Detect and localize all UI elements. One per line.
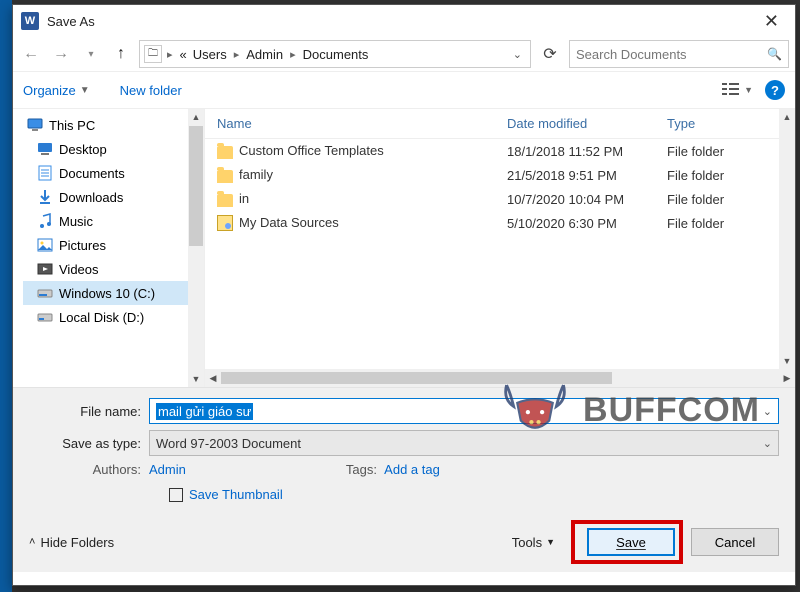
search-input[interactable]: Search Documents 🔍 — [569, 40, 789, 68]
highlight-annotation: Save — [571, 520, 683, 564]
filename-input[interactable]: mail gửi giáo sư ⌄ — [149, 398, 779, 424]
folder-icon — [217, 170, 233, 183]
breadcrumb-users[interactable]: Users — [191, 47, 229, 62]
scroll-up-icon[interactable]: ▲ — [188, 109, 204, 125]
up-button[interactable]: ↑ — [109, 42, 133, 66]
documents-icon — [37, 165, 53, 181]
videos-icon — [37, 261, 53, 277]
breadcrumb-dropdown[interactable]: ⌄ — [513, 48, 526, 61]
chevron-up-icon: ˄ — [29, 536, 35, 548]
organize-menu[interactable]: Organize ▼ — [23, 83, 90, 98]
scroll-down-icon[interactable]: ▼ — [779, 353, 795, 369]
pictures-icon — [37, 237, 53, 253]
folder-icon — [217, 194, 233, 207]
chevron-down-icon: ▼ — [80, 85, 90, 96]
refresh-button[interactable]: ⟳ — [537, 41, 563, 67]
tree-drive-c[interactable]: Windows 10 (C:) — [23, 281, 189, 305]
downloads-icon — [37, 189, 53, 205]
tags-label: Tags: — [346, 462, 377, 477]
tree-documents[interactable]: Documents — [23, 161, 189, 185]
chevron-right-icon: ▸ — [287, 48, 299, 61]
file-row[interactable]: Custom Office Templates 18/1/2018 11:52 … — [205, 139, 795, 163]
search-placeholder: Search Documents — [576, 47, 687, 62]
savetype-select[interactable]: Word 97-2003 Document ⌄ — [149, 430, 779, 456]
window-title: Save As — [47, 14, 756, 29]
authors-label: Authors: — [29, 462, 149, 477]
word-icon: W — [21, 12, 39, 30]
scroll-thumb[interactable] — [189, 126, 203, 246]
chevron-down-icon: ▼ — [546, 537, 555, 547]
save-button[interactable]: Save — [587, 528, 675, 556]
view-options-button[interactable]: ▼ — [722, 82, 753, 98]
breadcrumb-documents[interactable]: Documents — [301, 47, 371, 62]
breadcrumb-prefix: « — [178, 47, 189, 62]
filename-value: mail gửi giáo sư — [156, 403, 253, 420]
data-source-icon — [217, 215, 233, 231]
back-button[interactable]: ← — [19, 42, 43, 66]
save-form: File name: mail gửi giáo sư ⌄ Save as ty… — [13, 387, 795, 572]
file-scrollbar-v[interactable]: ▲ ▼ — [779, 109, 795, 369]
tree-drive-d[interactable]: Local Disk (D:) — [23, 305, 189, 329]
scroll-left-icon[interactable]: ◀ — [205, 373, 221, 384]
scroll-right-icon[interactable]: ▶ — [779, 373, 795, 384]
help-button[interactable]: ? — [765, 80, 785, 100]
column-headers: Name Date modified Type — [205, 109, 795, 139]
file-row[interactable]: My Data Sources 5/10/2020 6:30 PM File f… — [205, 211, 795, 235]
tree-desktop[interactable]: Desktop — [23, 137, 189, 161]
chevron-down-icon: ▼ — [744, 85, 753, 95]
file-row[interactable]: in 10/7/2020 10:04 PM File folder — [205, 187, 795, 211]
title-bar: W Save As ✕ — [13, 5, 795, 37]
search-icon: 🔍 — [767, 47, 782, 61]
chevron-down-icon[interactable]: ⌄ — [763, 405, 772, 418]
chevron-right-icon: ▸ — [231, 48, 243, 61]
scroll-up-icon[interactable]: ▲ — [779, 109, 795, 125]
file-row[interactable]: family 21/5/2018 9:51 PM File folder — [205, 163, 795, 187]
tags-value[interactable]: Add a tag — [384, 462, 440, 477]
cancel-button[interactable]: Cancel — [691, 528, 779, 556]
nav-pane: This PC Desktop Documents Downloads Musi… — [13, 109, 205, 387]
scroll-thumb[interactable] — [221, 372, 612, 384]
authors-value[interactable]: Admin — [149, 462, 186, 477]
drive-icon — [37, 309, 53, 325]
filename-label: File name: — [29, 404, 149, 419]
toolbar: Organize ▼ New folder ▼ ? — [13, 71, 795, 109]
forward-button: → — [49, 42, 73, 66]
chevron-right-icon: ▸ — [164, 48, 176, 61]
music-icon — [37, 213, 53, 229]
folder-icon — [217, 146, 233, 159]
file-list: Name Date modified Type Custom Office Te… — [205, 109, 795, 387]
tree-music[interactable]: Music — [23, 209, 189, 233]
hide-folders-button[interactable]: ˄ Hide Folders — [29, 535, 114, 550]
col-type[interactable]: Type — [655, 116, 755, 131]
checkbox-icon[interactable] — [169, 488, 183, 502]
desktop-icon — [37, 141, 53, 157]
recent-dropdown[interactable]: ▾ — [79, 42, 103, 66]
breadcrumb-bar[interactable]: 🗀 ▸ « Users ▸ Admin ▸ Documents ⌄ — [139, 40, 531, 68]
breadcrumb-admin[interactable]: Admin — [244, 47, 285, 62]
nav-row: ← → ▾ ↑ 🗀 ▸ « Users ▸ Admin ▸ Documents … — [13, 37, 795, 71]
tree-pictures[interactable]: Pictures — [23, 233, 189, 257]
col-name[interactable]: Name — [205, 116, 495, 131]
savetype-value: Word 97-2003 Document — [156, 436, 301, 451]
col-date[interactable]: Date modified — [495, 116, 655, 131]
new-folder-button[interactable]: New folder — [120, 83, 182, 98]
folder-icon: 🗀 — [144, 45, 162, 63]
pc-icon — [27, 117, 43, 133]
sidebar-scrollbar[interactable]: ▲ ▼ — [188, 109, 204, 387]
close-button[interactable]: ✕ — [756, 9, 787, 34]
file-scrollbar-h[interactable]: ◀ ▶ — [205, 369, 795, 387]
tree-this-pc[interactable]: This PC — [23, 113, 189, 137]
chevron-down-icon[interactable]: ⌄ — [763, 437, 772, 450]
save-thumbnail-checkbox[interactable]: Save Thumbnail — [169, 487, 779, 502]
savetype-label: Save as type: — [29, 436, 149, 451]
save-as-dialog: W Save As ✕ ← → ▾ ↑ 🗀 ▸ « Users ▸ Admin … — [12, 4, 796, 586]
tree-videos[interactable]: Videos — [23, 257, 189, 281]
drive-icon — [37, 285, 53, 301]
tree-downloads[interactable]: Downloads — [23, 185, 189, 209]
tools-menu[interactable]: Tools ▼ — [512, 535, 555, 550]
scroll-down-icon[interactable]: ▼ — [188, 371, 204, 387]
